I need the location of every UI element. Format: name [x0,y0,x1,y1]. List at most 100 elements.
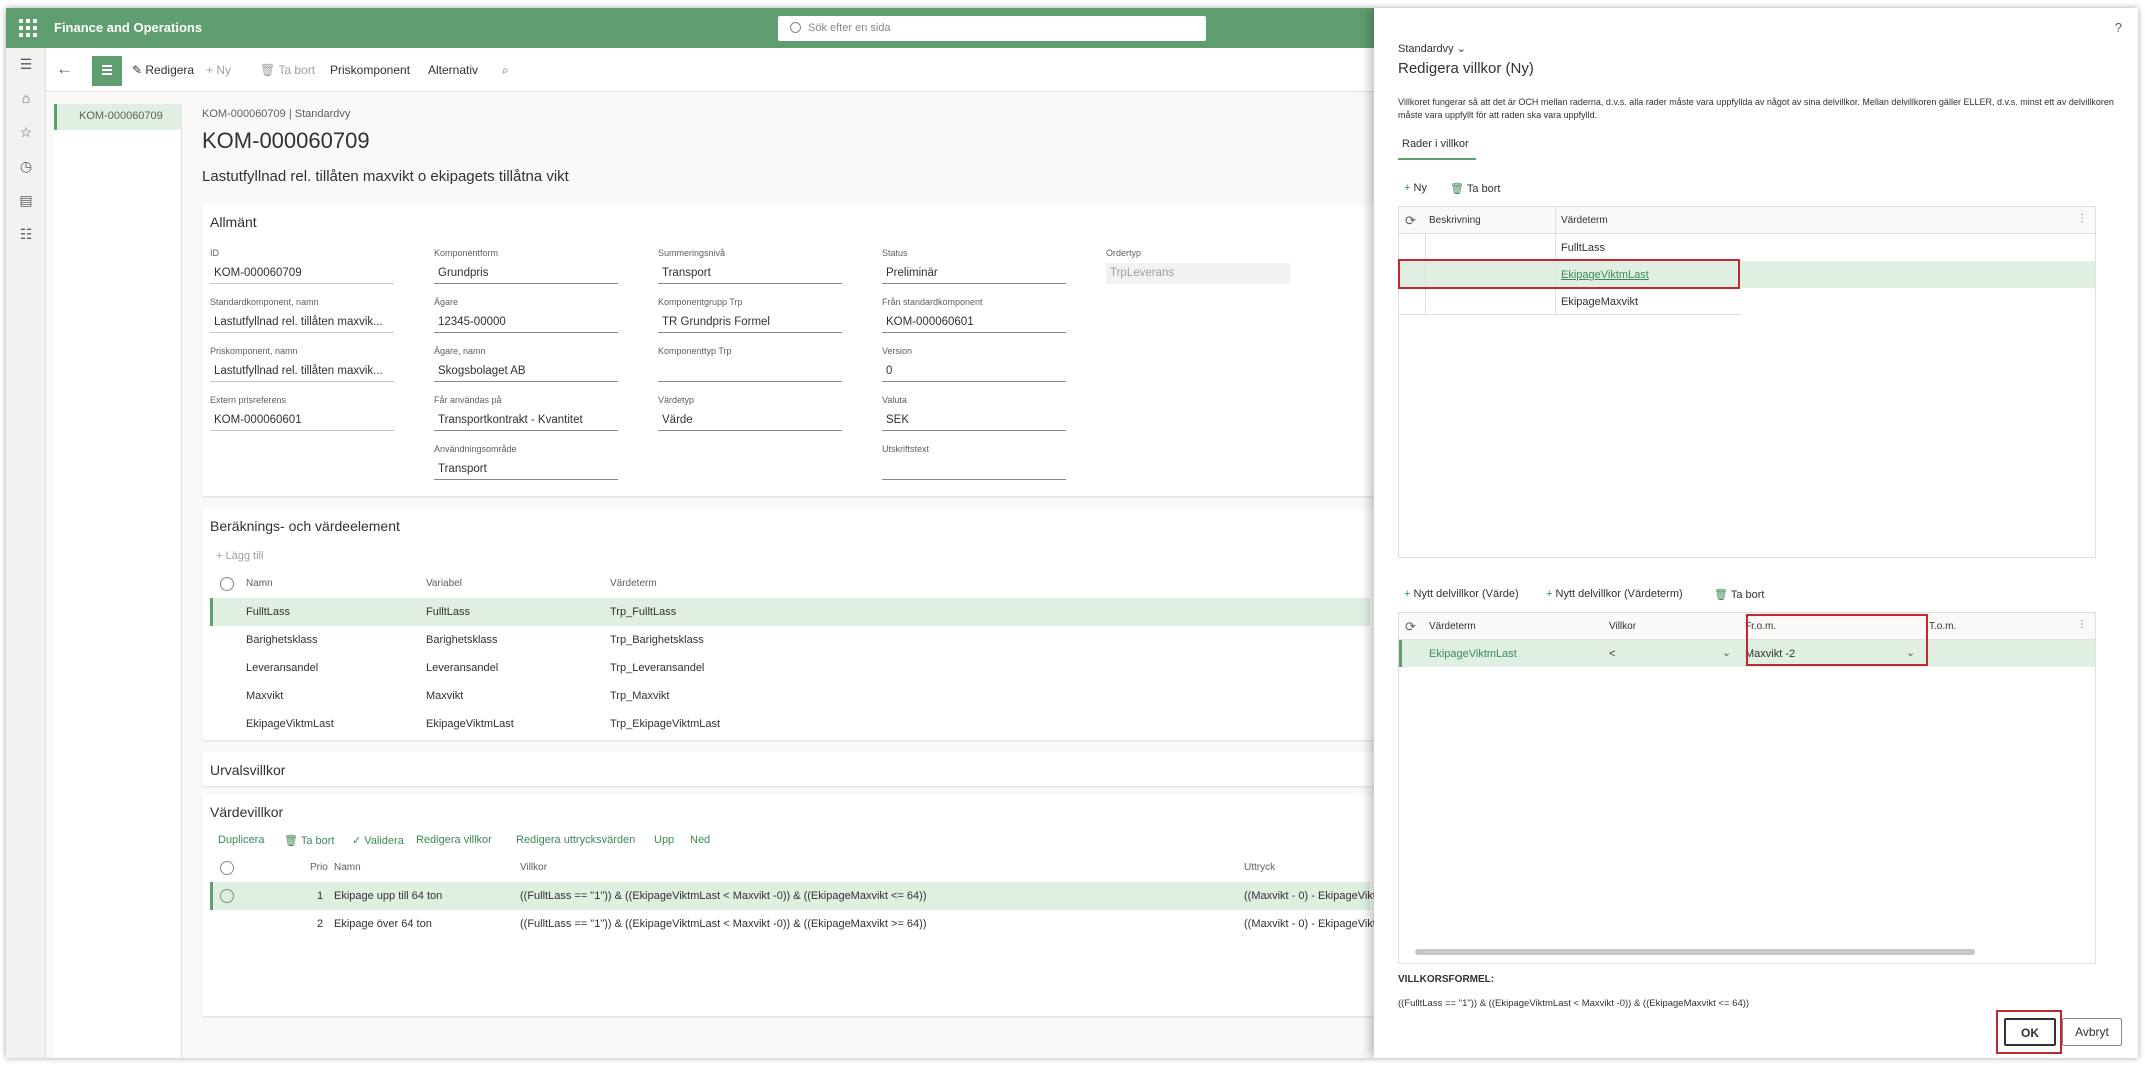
std-name-field: Standardkomponent, namn Lastutfyllnad rel… [210,297,394,333]
move-up-button[interactable]: Upp [654,834,674,846]
field-value[interactable]: KOM-000060709 [210,263,394,284]
chevron-down-icon[interactable]: ⌄ [1722,646,1731,659]
more-options-icon[interactable]: ⋮ [2077,619,2087,630]
edit-button[interactable]: ✎ Redigera [132,63,194,77]
cell: FulltLass [246,606,291,618]
table-row[interactable]: EkipageViktmLast EkipageViktmLast Trp_Ek… [210,710,1370,738]
search-placeholder: Sök efter en sida [808,22,891,34]
column-header[interactable]: Villkor [1609,621,1636,632]
search-input[interactable]: Sök efter en sida [778,16,1206,41]
new-row-button[interactable]: + Ny [1404,182,1427,194]
home-icon[interactable]: ⌂ [16,88,36,108]
table-row[interactable]: Maxvikt Maxvikt Trp_Maxvikt [210,682,1370,710]
refresh-icon[interactable]: ⟳ [1405,619,1416,635]
field-value[interactable]: Värde [658,410,842,431]
field-value[interactable]: Transportkontrakt - Kvantitet [434,410,618,431]
move-down-button[interactable]: Ned [690,834,710,846]
menu-icon[interactable]: ☰ [16,54,36,74]
condition-select[interactable]: < [1609,648,1615,660]
column-header[interactable]: Uttryck [1244,862,1275,873]
new-button[interactable]: + Ny [206,63,231,77]
select-all-radio[interactable] [220,861,234,875]
section-header[interactable]: Urvalsvillkor [210,762,285,778]
cell[interactable]: EkipageViktmLast [1429,648,1517,660]
price-component-button[interactable]: Priskomponent [330,63,410,77]
field-value[interactable]: SEK [882,410,1066,431]
column-header[interactable]: T.o.m. [1929,621,1956,632]
duplicate-button[interactable]: Duplicera [218,834,264,846]
validate-button[interactable]: ✓ Validera [352,834,404,847]
modules-icon[interactable]: ☷ [16,224,36,244]
breadcrumb[interactable]: KOM-000060709 | Standardvy [202,108,350,120]
row-radio[interactable] [220,889,234,903]
edit-expression-values-button[interactable]: Redigera uttrycksvärden [516,834,635,846]
cell: ((FulltLass == "1")) & ((EkipageViktmLas… [520,890,927,902]
column-header[interactable]: Namn [334,862,361,873]
list-view-button[interactable] [92,56,122,86]
new-subcondition-valueterm-button[interactable]: + Nytt delvillkor (Värdeterm) [1546,588,1683,600]
edit-condition-button[interactable]: Redigera villkor [416,834,492,846]
field-value[interactable]: Transport [434,459,618,480]
table-row[interactable]: FulltLass FulltLass Trp_FulltLass [210,598,1370,626]
table-row[interactable]: Leveransandel Leveransandel Trp_Leverans… [210,654,1370,682]
add-button[interactable]: + Lägg till [216,550,263,562]
column-header[interactable]: Värdeterm [1561,215,1608,226]
field-label: Version [882,346,913,356]
table-row[interactable]: 1 Ekipage upp till 64 ton ((FulltLass ==… [210,882,1376,910]
cancel-button[interactable]: Avbryt [2062,1018,2122,1046]
edit-label: Redigera [145,63,195,77]
chevron-down-icon: ⌄ [1456,43,1466,55]
field-value[interactable]: 12345-00000 [434,312,618,333]
cell: FulltLass [1561,242,1606,254]
tab-rows-in-condition[interactable]: Rader i villkor [1402,138,1469,150]
table-row[interactable]: Barighetsklass Barighetsklass Trp_Barigh… [210,626,1370,654]
column-header[interactable]: Villkor [520,862,547,873]
section-header[interactable]: Allmänt [210,214,257,230]
refresh-icon[interactable]: ⟳ [1405,213,1416,229]
column-header[interactable]: Prio [310,862,328,873]
field-value[interactable]: Lastutfyllnad rel. tillåten maxvik... [210,312,394,333]
field-value[interactable]: Transport [658,263,842,284]
help-icon[interactable]: ? [2115,20,2122,35]
owner-name-field: Ägare, namn Skogsbolaget AB [434,346,618,382]
field-value[interactable]: Grundpris [434,263,618,284]
more-options-icon[interactable]: ⋮ [2077,213,2087,224]
field-value[interactable]: KOM-000060601 [210,410,394,431]
view-selector[interactable]: Standardvy ⌄ [1398,42,1466,55]
field-value[interactable]: Lastutfyllnad rel. tillåten maxvik... [210,361,394,382]
favorites-icon[interactable]: ☆ [16,122,36,142]
delete-button[interactable]: 🗑 Ta bort [284,834,334,847]
comp-form-field: Komponentform Grundpris [434,248,618,284]
table-row[interactable]: EkipageMaxvikt [1399,288,1741,315]
table-row[interactable]: 2 Ekipage över 64 ton ((FulltLass == "1"… [210,910,1376,938]
field-value[interactable]: Preliminär [882,263,1066,284]
recent-icon[interactable]: ◷ [16,156,36,176]
horizontal-scrollbar[interactable] [1415,949,1975,955]
section-header[interactable]: Beräknings- och värdeelement [210,518,400,534]
field-value[interactable]: Skogsbolaget AB [434,361,618,382]
new-subcondition-value-button[interactable]: + Nytt delvillkor (Värde) [1404,588,1519,600]
workspaces-icon[interactable]: ▤ [16,190,36,210]
find-icon[interactable]: ⌕ [502,63,509,78]
app-launcher-icon[interactable] [16,16,40,40]
select-all-radio[interactable] [220,577,234,591]
delete-label: Ta bort [278,63,316,77]
column-header[interactable]: Värdeterm [1429,621,1476,632]
field-value[interactable] [658,361,842,382]
list-item[interactable]: KOM-000060709 [54,104,181,130]
field-value[interactable]: TR Grundpris Formel [658,312,842,333]
options-button[interactable]: Alternativ [428,63,478,77]
table-row[interactable]: FulltLass [1399,234,1741,261]
section-header[interactable]: Värdevillkor [210,804,283,820]
field-value[interactable]: 0 [882,361,1066,382]
delete-button[interactable]: 🗑 Ta bort [260,63,315,77]
column-header[interactable]: Variabel [426,578,462,589]
column-header[interactable]: Namn [246,578,273,589]
field-value[interactable]: KOM-000060601 [882,312,1066,333]
back-arrow-icon[interactable]: ← [56,59,73,79]
column-header[interactable]: Värdeterm [610,578,657,589]
column-header[interactable]: Beskrivning [1429,215,1481,226]
delete-subcondition-button[interactable]: 🗑 Ta bort [1714,588,1764,601]
delete-row-button[interactable]: 🗑 Ta bort [1450,182,1500,195]
field-value[interactable] [882,459,1066,480]
